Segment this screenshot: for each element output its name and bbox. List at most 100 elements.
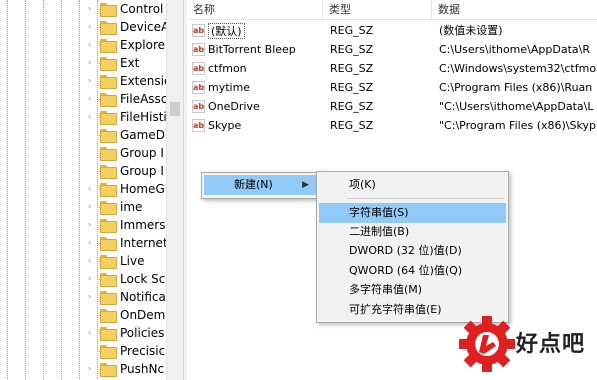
submenu-item[interactable]: 多字符串值(M) [319,280,506,300]
tree-item[interactable]: Group I [97,144,164,162]
tree-item-label: ime [120,200,143,214]
string-value-icon: ab [192,81,205,94]
value-data: C:\Users\ithome\AppData\R [439,43,590,56]
expand-chevron-icon[interactable]: › [88,220,91,230]
tree-item[interactable]: › DeviceA [88,18,166,36]
tree-scrollbar[interactable] [166,0,183,380]
value-type: REG_SZ [330,81,374,94]
tree-item-label: OnDem [120,308,166,322]
tree-scrollbar-thumb[interactable] [170,102,180,116]
logo-wordmark: 好点吧 [516,332,586,357]
tree-item[interactable]: Precisic [97,342,166,360]
expand-chevron-icon[interactable]: › [88,58,91,68]
folder-icon [100,273,117,287]
table-row[interactable]: ab OneDrive REG_SZ "C:\Users\ithome\AppData… [187,97,597,116]
site-logo: 好点吧 [458,312,597,376]
tree-item-label: Internet [120,236,166,250]
folder-icon [100,3,117,17]
value-data: (数值未设置) [439,24,503,37]
expand-chevron-icon[interactable]: › [88,202,91,212]
expand-chevron-icon[interactable]: › [88,292,91,302]
expand-chevron-icon[interactable]: › [88,22,91,32]
tree-item[interactable]: Group I [97,162,164,180]
folder-icon [100,201,117,215]
tree-item[interactable]: › Lock Sc [88,270,165,288]
table-row[interactable]: ab (默认) REG_SZ (数值未设置) [187,21,597,40]
menu-item-new-label: 新建(N) [234,178,273,191]
table-row[interactable]: ab Skype REG_SZ "C:\Program Files (x86)\Sky… [187,116,597,135]
submenu-item[interactable]: DWORD (32 位)值(D) [319,241,506,261]
expand-chevron-icon[interactable]: › [88,364,91,374]
tree-item-label: Group I [120,164,164,178]
value-type: REG_SZ [330,24,374,37]
expand-chevron-icon[interactable]: › [88,112,91,122]
column-header-data[interactable]: 数据 [432,0,597,20]
tree-item[interactable]: OnDem [97,306,166,324]
tree-item-label: HomeG [120,182,165,196]
tree-item[interactable]: › Live [88,252,145,270]
tree-item[interactable]: › Explore [88,36,165,54]
expand-chevron-icon[interactable]: › [88,76,91,86]
tree-item-label: Group I [120,146,164,160]
new-submenu: 项(K) 字符串值(S) 二进制值(B) DWORD (32 位)值(D) QWORD … [316,171,509,323]
folder-icon [100,165,117,179]
string-value-icon: ab [192,62,205,75]
tree-item[interactable]: › Policies [88,324,165,342]
tree-item[interactable]: GameD [97,126,165,144]
table-row[interactable]: ab ctfmon REG_SZ C:\Windows\system32\ctfmo [187,59,597,78]
tree-item[interactable]: › Extensic [88,72,166,90]
folder-icon [100,39,117,53]
tree-item[interactable]: › Notifica [88,288,166,306]
folder-icon [100,345,117,359]
value-data: "C:\Program Files (x86)\Skyp [439,119,596,132]
expand-chevron-icon[interactable]: › [88,184,91,194]
menu-item-new[interactable]: 新建(N) ▶ [204,175,317,195]
column-header-type[interactable]: 类型 [323,0,432,20]
string-value-icon: ab [192,43,205,56]
column-header-name[interactable]: 名称 [187,0,323,20]
tree-item[interactable]: › FileHisti [88,108,166,126]
tree-item-label: Control [120,2,164,16]
tree-item-label: DeviceA [120,20,166,34]
expand-chevron-icon[interactable]: › [88,40,91,50]
tree-item-label: FileAssc [120,92,166,106]
folder-icon [100,219,117,233]
tree-item-label: Immers [120,218,166,232]
folder-icon [100,327,117,341]
tree-item[interactable]: › Ext [88,54,139,72]
tree-item-label: Notifica [120,290,166,304]
expand-chevron-icon[interactable]: › [88,274,91,284]
folder-icon [100,237,117,251]
tree-item-label: Policies [120,326,165,340]
tree-item[interactable]: › PushNc [88,360,165,378]
folder-icon [100,309,117,323]
expand-chevron-icon[interactable]: › [88,94,91,104]
tree-item-label: Precisic [120,344,166,358]
expand-chevron-icon[interactable]: › [88,238,91,248]
folder-icon [100,129,117,143]
table-row[interactable]: ab BitTorrent Bleep REG_SZ C:\Users\ithome\… [187,40,597,59]
registry-key-tree[interactable]: › Control › DeviceA › Explore › Ext › Extensic › Fi… [0,0,166,380]
tree-item[interactable]: › FileAssc [88,90,166,108]
value-type: REG_SZ [330,119,374,132]
submenu-item[interactable]: 字符串值(S) [319,203,506,223]
expand-chevron-icon[interactable]: › [88,256,91,266]
tree-item[interactable]: › Control [88,0,164,18]
tree-item[interactable]: › HomeG [88,180,165,198]
value-type: REG_SZ [330,43,374,56]
submenu-item[interactable]: 二进制值(B) [319,222,506,242]
tree-item-label: GameD [120,128,165,142]
table-row[interactable]: ab mytime REG_SZ C:\Program Files (x86)\Rua… [187,78,597,97]
tree-item[interactable]: › Internet [88,234,166,252]
tree-item[interactable]: › Immers [88,216,166,234]
menu-separator [347,198,504,199]
expand-chevron-icon[interactable]: › [88,328,91,338]
value-data: C:\Windows\system32\ctfmo [439,62,597,75]
submenu-item[interactable]: 项(K) [319,175,506,195]
value-data: C:\Program Files (x86)\Ruan [439,81,593,94]
expand-chevron-icon[interactable]: › [88,4,91,14]
tree-item[interactable]: › ime [88,198,143,216]
submenu-item[interactable]: QWORD (64 位)值(Q) [319,261,506,281]
tree-item-label: PushNc [120,362,165,376]
value-type: REG_SZ [330,62,374,75]
